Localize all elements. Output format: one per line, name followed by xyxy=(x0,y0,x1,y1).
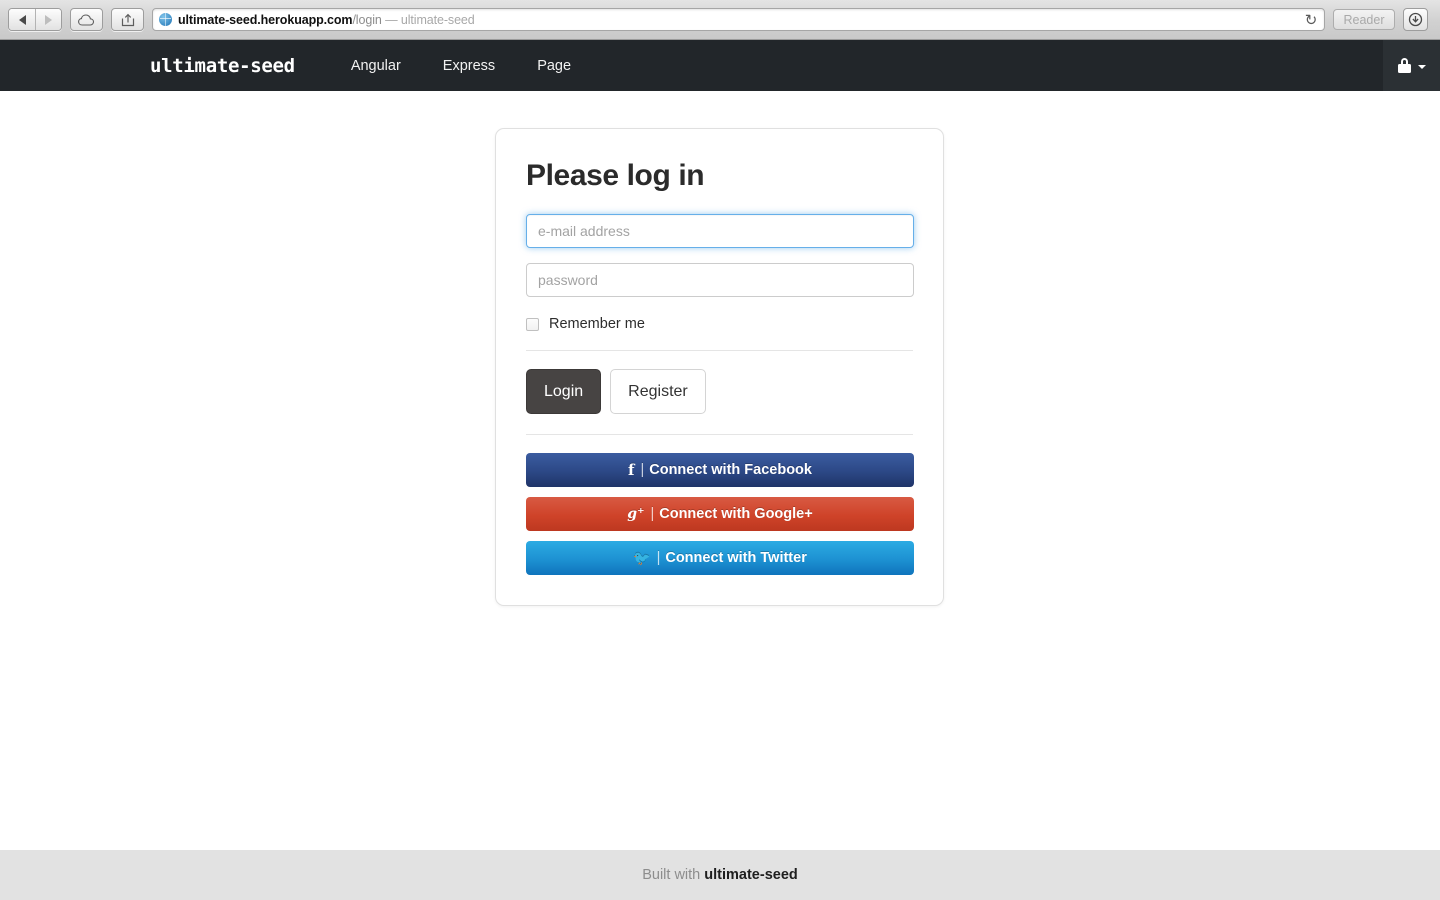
download-icon xyxy=(1408,12,1423,27)
footer-prefix: Built with xyxy=(642,867,705,883)
divider-bottom xyxy=(526,434,913,435)
cloud-icon xyxy=(77,13,94,26)
navbar-links: Angular Express Page xyxy=(351,58,613,74)
login-card: Please log in Remember me Login Register… xyxy=(495,128,944,606)
remember-me-label: Remember me xyxy=(549,316,645,332)
nav-link-angular[interactable]: Angular xyxy=(351,58,401,74)
register-button[interactable]: Register xyxy=(610,369,706,414)
share-button[interactable] xyxy=(111,8,144,31)
forward-button[interactable] xyxy=(35,9,61,30)
connect-google-label: Connect with Google+ xyxy=(659,506,813,522)
globe-icon xyxy=(159,13,172,26)
connect-twitter-button[interactable]: 🐦 | Connect with Twitter xyxy=(526,541,914,575)
reload-button[interactable]: ↻ xyxy=(1300,9,1322,31)
navigation-buttons xyxy=(8,8,62,31)
page-content: Please log in Remember me Login Register… xyxy=(0,91,1440,850)
divider-top xyxy=(526,350,913,351)
url-path: /login xyxy=(352,12,382,27)
password-field[interactable] xyxy=(526,263,914,297)
url-domain: ultimate-seed.herokuapp.com xyxy=(178,12,353,27)
login-button[interactable]: Login xyxy=(526,369,602,414)
account-menu-button[interactable] xyxy=(1383,40,1440,91)
downloads-button[interactable] xyxy=(1403,8,1428,31)
browser-toolbar: ultimate-seed.herokuapp.com/login — ulti… xyxy=(0,0,1440,40)
connect-facebook-label: Connect with Facebook xyxy=(649,462,812,478)
connect-twitter-label: Connect with Twitter xyxy=(665,550,807,566)
twitter-separator: | xyxy=(656,550,661,566)
google-separator: | xyxy=(650,506,655,522)
facebook-separator: | xyxy=(640,462,645,478)
connect-facebook-button[interactable]: f | Connect with Facebook xyxy=(526,453,914,487)
remember-me-checkbox[interactable] xyxy=(526,317,539,331)
share-icon xyxy=(121,13,134,26)
google-plus-icon: g⁺ xyxy=(627,506,645,522)
triangle-right-icon xyxy=(45,14,52,25)
nav-link-express[interactable]: Express xyxy=(443,58,495,74)
connect-google-button[interactable]: g⁺ | Connect with Google+ xyxy=(526,497,914,531)
triangle-left-icon xyxy=(18,14,26,25)
reader-button[interactable]: Reader xyxy=(1333,9,1395,30)
footer-text: Built with ultimate-seed xyxy=(642,867,798,883)
address-bar[interactable]: ultimate-seed.herokuapp.com/login — ulti… xyxy=(152,8,1325,31)
primary-button-row: Login Register xyxy=(526,369,913,414)
twitter-icon: 🐦 xyxy=(633,549,651,566)
chevron-down-icon xyxy=(1417,65,1426,69)
lock-icon xyxy=(1397,58,1411,73)
back-button[interactable] xyxy=(9,9,35,30)
site-navbar: ultimate-seed Angular Express Page xyxy=(0,40,1440,91)
footer-brand: ultimate-seed xyxy=(704,867,798,883)
facebook-icon: f xyxy=(628,461,635,479)
navbar-brand[interactable]: ultimate-seed xyxy=(150,55,295,77)
icloud-tabs-button[interactable] xyxy=(70,8,103,31)
nav-link-page[interactable]: Page xyxy=(537,58,571,74)
address-bar-text: ultimate-seed.herokuapp.com/login — ulti… xyxy=(178,13,475,27)
email-field[interactable] xyxy=(526,214,914,248)
url-page-title: — ultimate-seed xyxy=(385,12,475,27)
site-footer: Built with ultimate-seed xyxy=(0,850,1440,900)
remember-me-row[interactable]: Remember me xyxy=(526,316,913,332)
page-title: Please log in xyxy=(526,159,705,192)
